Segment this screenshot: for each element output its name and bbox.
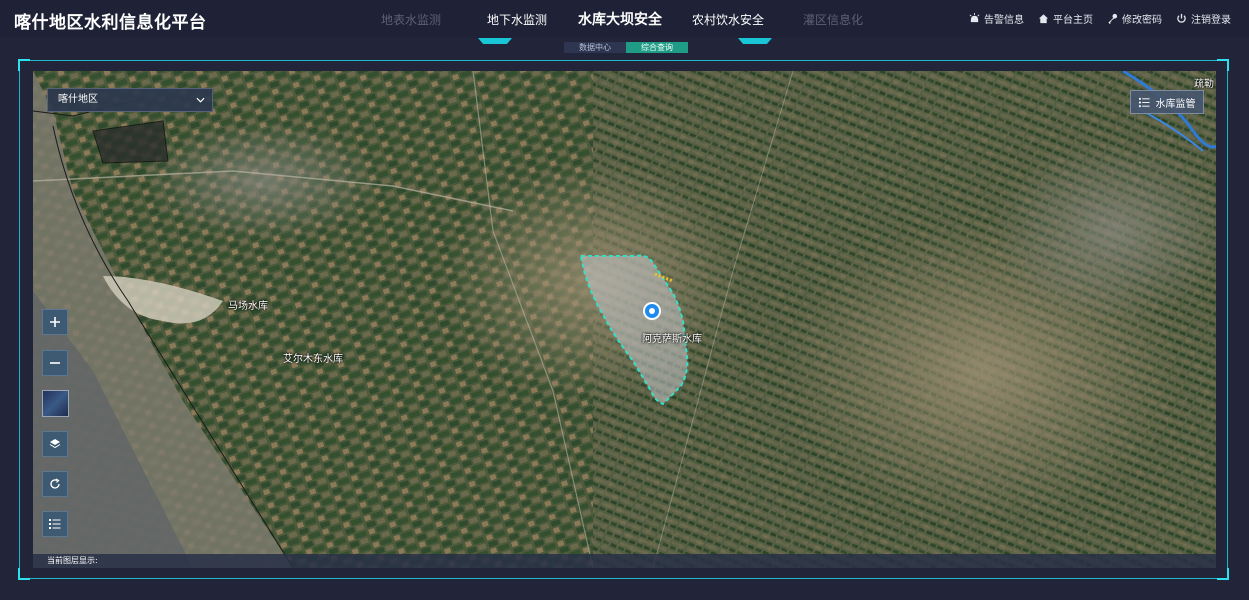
subtab-decoration-right [738,38,772,44]
map-label-aiermudong-reservoir: 艾尔木东水库 [283,354,343,365]
tab-groundwater[interactable]: 地下水监测 [487,11,547,28]
list-icon [1138,97,1150,107]
frame-corner [1217,59,1229,71]
zoom-out-button[interactable] [42,350,68,376]
alerts-link[interactable]: 告警信息 [969,11,1024,26]
change-password-link[interactable]: 修改密码 [1107,11,1162,26]
top-actions: 告警信息 平台主页 修改密码 注销登录 [969,11,1231,26]
region-select-value: 喀什地区 [58,94,98,105]
map-label-shule: 疏勒 [1194,79,1214,90]
list-icon [49,519,61,529]
frame-corner [18,568,30,580]
legend-button[interactable] [42,511,68,537]
layers-button[interactable] [42,431,68,457]
layer-status-bar: 当前图层显示: [33,554,1216,568]
chevron-down-icon [196,97,205,103]
alerts-label: 告警信息 [984,15,1024,26]
home-icon [1038,14,1049,24]
map-label-machang-reservoir: 马场水库 [228,301,268,312]
logout-label: 注销登录 [1191,15,1231,26]
logout-link[interactable]: 注销登录 [1176,11,1231,26]
subtab-decoration-left [478,38,512,44]
alarm-icon [969,13,980,23]
tab-irrigation[interactable]: 灌区信息化 [803,11,863,28]
top-bar: 喀什地区水利信息化平台 地表水监测 地下水监测 水库大坝安全 农村饮水安全 灌区… [0,0,1249,38]
zoom-in-button[interactable] [42,309,68,335]
minus-icon [50,362,60,364]
subtab-data-center[interactable]: 数据中心 [564,42,626,53]
home-label: 平台主页 [1053,15,1093,26]
map-view[interactable]: 喀什地区 水库监管 疏勒 马场水库 艾尔木东水库 阿克萨斯水库 当前图层显示: [33,71,1216,568]
reservoir-monitor-label: 水库监管 [1155,98,1196,110]
key-icon [1108,13,1118,24]
layers-icon [49,439,61,449]
region-select[interactable]: 喀什地区 [47,88,213,112]
tab-rural-water[interactable]: 农村饮水安全 [692,11,764,28]
basemap-switcher[interactable] [42,390,69,417]
map-label-akesasi-reservoir[interactable]: 阿克萨斯水库 [642,330,702,345]
refresh-button[interactable] [42,471,68,497]
sub-tabs: 数据中心 综合查询 [478,38,772,54]
refresh-icon [50,478,60,489]
layer-status-label: 当前图层显示: [47,556,98,565]
change-password-label: 修改密码 [1122,15,1162,26]
home-link[interactable]: 平台主页 [1038,11,1093,26]
frame-corner [1217,568,1229,580]
tab-reservoir-safety[interactable]: 水库大坝安全 [578,9,662,29]
tab-surface-water[interactable]: 地表水监测 [381,11,441,28]
reservoir-monitor-button[interactable]: 水库监管 [1130,90,1204,114]
subtab-query[interactable]: 综合查询 [626,42,688,53]
app-title: 喀什地区水利信息化平台 [14,13,207,33]
power-icon [1177,13,1186,23]
satellite-imagery [33,71,1216,568]
frame-corner [18,59,30,71]
plus-icon [50,317,60,327]
